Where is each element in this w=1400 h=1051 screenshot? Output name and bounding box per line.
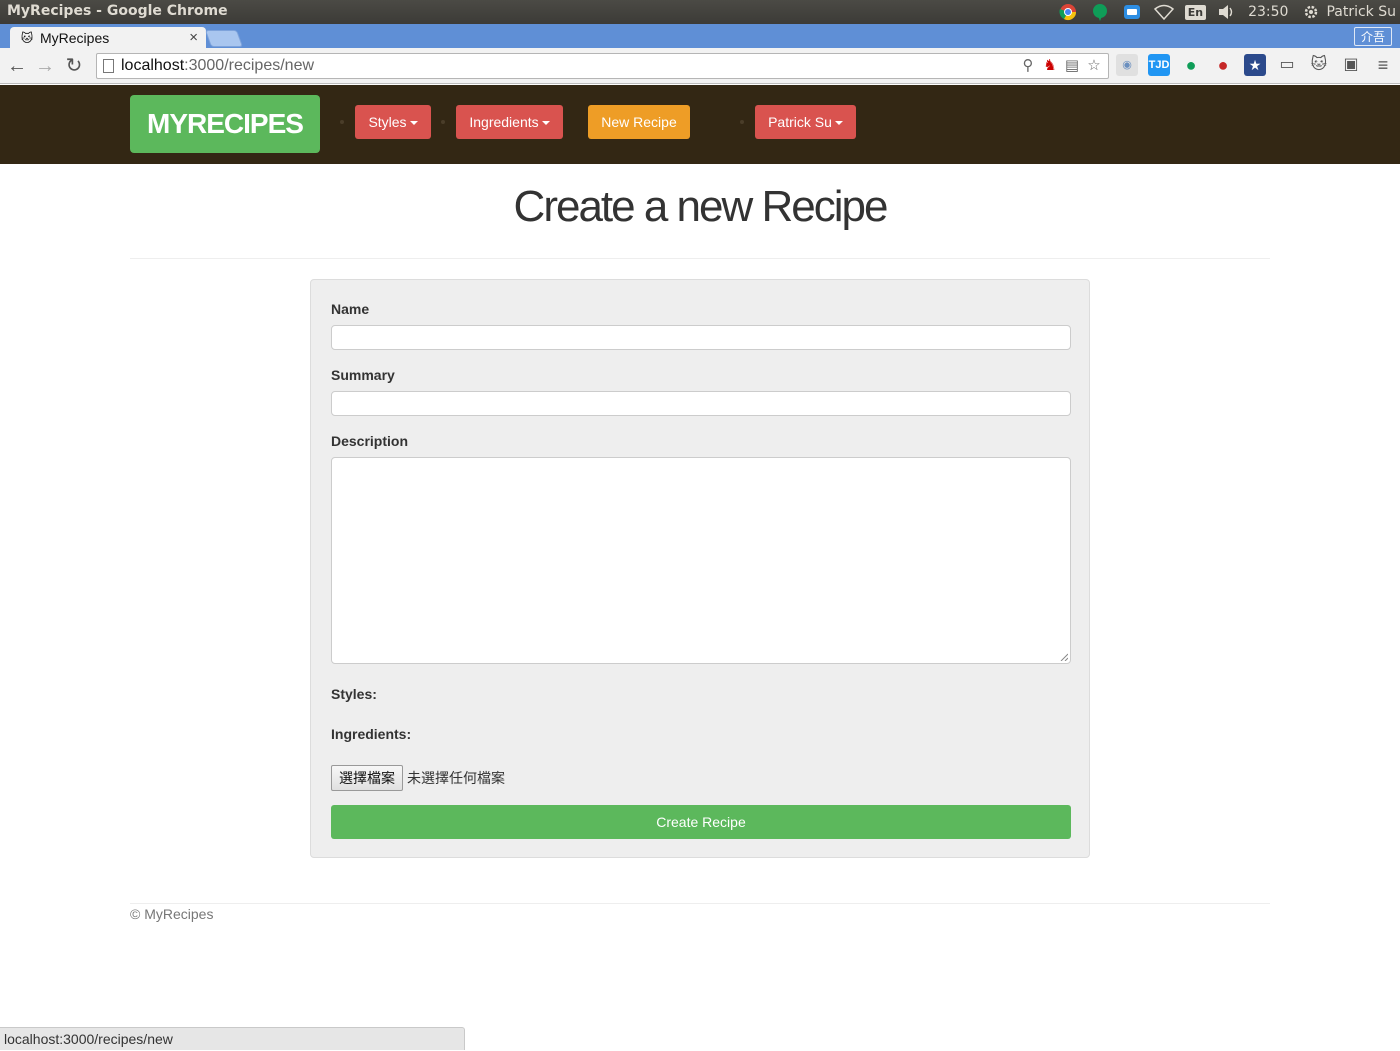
brand-logo-button[interactable]: MYRECIPES [130, 95, 320, 153]
ingredients-field-label: Ingredients: [331, 726, 412, 742]
profile-button[interactable]: 介吾 [1353, 27, 1392, 46]
footer-copyright: © MyRecipes [130, 906, 214, 922]
reload-icon[interactable]: ↻ [63, 55, 85, 77]
back-arrow-icon[interactable]: ← [6, 55, 28, 77]
resize-handle-icon[interactable] [1060, 653, 1068, 661]
user-menu-label: Patrick Su [768, 114, 832, 130]
browser-tab[interactable]: 🐱 MyRecipes × [10, 27, 206, 48]
nav-separator [340, 120, 344, 124]
url-path: :3000/recipes/new [184, 57, 315, 74]
close-tab-icon[interactable]: × [189, 29, 198, 46]
file-upload: 選擇檔案 未選擇任何檔案 [331, 765, 505, 791]
omnibox-icons: ⚲ ♞ ▤ ☆ [1016, 56, 1104, 76]
browser-toolbar: ← → ↻ localhost:3000/recipes/new ⚲ ♞ ▤ ☆… [0, 48, 1400, 84]
tab-strip: 🐱 MyRecipes × 介吾 [0, 24, 1400, 48]
os-top-bar: MyRecipes - Google Chrome En 23:50 Patri… [0, 0, 1400, 24]
choose-file-button[interactable]: 選擇檔案 [331, 765, 403, 791]
tjd-extension-icon[interactable]: TJD [1148, 54, 1170, 76]
styles-label: Styles [368, 114, 407, 130]
bookmark-star-icon[interactable]: ★ [1244, 54, 1266, 76]
tab-title: MyRecipes [40, 29, 110, 46]
name-input[interactable] [331, 325, 1071, 350]
volume-icon[interactable] [1216, 1, 1238, 23]
gear-icon[interactable] [1300, 1, 1322, 23]
ingredients-label: Ingredients [469, 114, 539, 130]
url-host: localhost [121, 57, 185, 74]
address-bar[interactable]: localhost:3000/recipes/new ⚲ ♞ ▤ ☆ [96, 53, 1109, 79]
name-label: Name [331, 301, 370, 317]
puzzle-icon[interactable]: ▣ [1340, 54, 1362, 76]
recipe-form: Name Summary Description Styles: Ingredi… [310, 279, 1090, 858]
wifi-icon[interactable] [1153, 1, 1175, 23]
new-tab-button[interactable] [204, 30, 244, 47]
nav-separator [441, 120, 445, 124]
cast-icon[interactable]: ▭ [1276, 54, 1298, 76]
forward-arrow-icon[interactable]: → [34, 55, 56, 77]
ingredients-dropdown-button[interactable]: Ingredients [456, 105, 563, 139]
summary-input[interactable] [331, 391, 1071, 416]
hangouts-extension-icon[interactable]: ● [1180, 54, 1202, 76]
keyboard-language-indicator[interactable]: En [1184, 4, 1207, 20]
styles-field-label: Styles: [331, 686, 377, 702]
new-recipe-button[interactable]: New Recipe [588, 105, 690, 139]
favicon-icon: 🐱 [20, 30, 34, 45]
caret-down-icon [541, 121, 550, 126]
footer-divider [130, 903, 1270, 904]
description-textarea[interactable] [331, 457, 1071, 664]
file-status: 未選擇任何檔案 [407, 770, 505, 786]
clock[interactable]: 23:50 [1248, 4, 1288, 20]
hangouts-icon[interactable] [1089, 1, 1111, 23]
menu-icon[interactable]: ≡ [1372, 54, 1394, 76]
os-indicators: En 23:50 Patrick Su [1057, 0, 1400, 24]
user-dropdown-button[interactable]: Patrick Su [755, 105, 856, 139]
caret-down-icon [409, 121, 418, 126]
octocat-icon[interactable]: 🐱 [1308, 54, 1330, 76]
window-title: MyRecipes - Google Chrome [7, 3, 228, 19]
description-label: Description [331, 433, 409, 449]
create-recipe-button[interactable]: Create Recipe [331, 805, 1071, 839]
styles-dropdown-button[interactable]: Styles [355, 105, 431, 139]
chrome-icon[interactable] [1057, 1, 1079, 23]
star-icon[interactable]: ☆ [1084, 56, 1104, 76]
red-extension-icon[interactable]: ● [1212, 54, 1234, 76]
summary-label: Summary [331, 367, 395, 383]
translate-icon[interactable]: ▤ [1062, 56, 1082, 76]
status-bar-url: localhost:3000/recipes/new [0, 1027, 465, 1050]
page-icon [103, 59, 114, 73]
camera-icon[interactable]: ◉ [1116, 54, 1138, 76]
divider [130, 258, 1270, 259]
page-title: Create a new Recipe [513, 182, 889, 231]
session-user[interactable]: Patrick Su [1326, 4, 1396, 20]
extension-icons: ◉ TJD ● ● ★ ▭ 🐱 ▣ ≡ [1116, 54, 1394, 76]
caret-down-icon [834, 121, 843, 126]
messenger-icon[interactable] [1121, 1, 1143, 23]
app-navbar: MYRECIPES Styles Ingredients New Recipe … [0, 85, 1400, 164]
zoom-icon[interactable]: ⚲ [1018, 56, 1038, 76]
nav-separator [740, 120, 744, 124]
ruby-extension-icon[interactable]: ♞ [1040, 56, 1060, 76]
